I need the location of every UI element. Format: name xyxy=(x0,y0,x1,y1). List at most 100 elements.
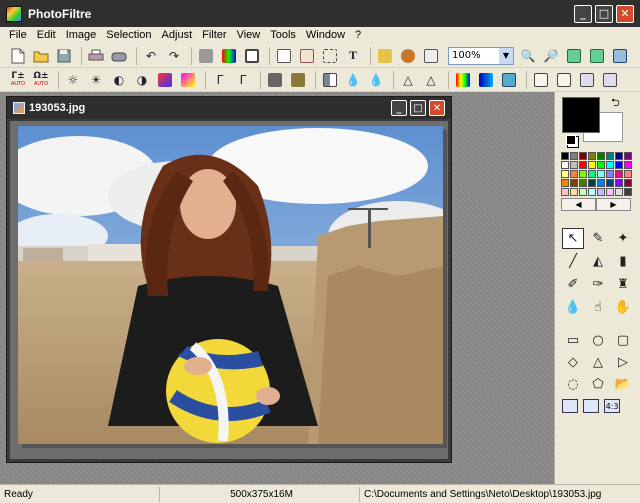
explorer-icon[interactable] xyxy=(398,46,418,66)
text-icon[interactable]: T xyxy=(343,46,363,66)
palette-swatch[interactable] xyxy=(597,152,605,160)
saturation-up-icon[interactable] xyxy=(178,70,198,90)
soften-icon[interactable]: △ xyxy=(398,70,418,90)
palette-swatch[interactable] xyxy=(588,161,596,169)
menu-edit[interactable]: Edit xyxy=(32,29,61,41)
saturation-down-icon[interactable] xyxy=(155,70,175,90)
plugin-icon[interactable] xyxy=(375,46,395,66)
contrast-down-icon[interactable]: ◐ xyxy=(109,70,129,90)
fit-window-icon[interactable] xyxy=(564,46,584,66)
arrow-right-icon[interactable]: ▷ xyxy=(612,352,634,373)
menu-file[interactable]: File xyxy=(4,29,32,41)
palette-swatch[interactable] xyxy=(597,161,605,169)
emboss-icon[interactable]: △ xyxy=(421,70,441,90)
palette-swatch[interactable] xyxy=(624,152,632,160)
palette-swatch[interactable] xyxy=(579,188,587,196)
mode-fixed-button[interactable] xyxy=(583,399,599,413)
reset-colors-icon[interactable] xyxy=(566,135,576,145)
palette-swatch[interactable] xyxy=(570,170,578,178)
palette-swatch[interactable] xyxy=(570,152,578,160)
smart-brush-icon[interactable]: ✑ xyxy=(587,274,609,295)
sepia-icon[interactable] xyxy=(288,70,308,90)
flip-horizontal-icon[interactable] xyxy=(531,70,551,90)
flip-vertical-icon[interactable] xyxy=(554,70,574,90)
palette-swatch[interactable] xyxy=(579,179,587,187)
minimize-button[interactable]: _ xyxy=(574,4,592,23)
select-arrow-icon[interactable]: ↖ xyxy=(562,228,584,249)
selection-icon[interactable] xyxy=(320,46,340,66)
palette-swatch[interactable] xyxy=(579,152,587,160)
palette-swatch[interactable] xyxy=(579,161,587,169)
image-minimize-button[interactable]: _ xyxy=(391,100,407,116)
spray-icon[interactable]: ▮ xyxy=(612,251,634,272)
palette-swatch[interactable] xyxy=(561,170,569,178)
preview-window-icon[interactable] xyxy=(421,46,441,66)
palette-prev-button[interactable]: ◀ xyxy=(561,198,596,211)
palette-swatch[interactable] xyxy=(561,179,569,187)
palette-swatch[interactable] xyxy=(588,152,596,160)
brush-icon[interactable]: ✐ xyxy=(562,274,584,295)
zoom-out-icon[interactable]: 🔎 xyxy=(541,46,561,66)
blur-icon[interactable]: 💧 xyxy=(343,70,363,90)
smudge-icon[interactable]: ☝ xyxy=(587,297,609,318)
palette-swatch[interactable] xyxy=(624,170,632,178)
palette-swatch[interactable] xyxy=(606,179,614,187)
new-file-icon[interactable] xyxy=(8,46,28,66)
brightness-down-icon[interactable]: ☼ xyxy=(63,70,83,90)
palette-swatch[interactable] xyxy=(597,179,605,187)
palette-swatch[interactable] xyxy=(597,188,605,196)
zoom-in-icon[interactable]: 🔍 xyxy=(518,46,538,66)
gamma-down-icon[interactable]: Γ xyxy=(210,70,230,90)
menu-selection[interactable]: Selection xyxy=(101,29,156,41)
redo-icon[interactable]: ↷ xyxy=(164,46,184,66)
diamond-icon[interactable]: ◇ xyxy=(562,352,584,373)
image-size-icon[interactable] xyxy=(196,46,216,66)
swap-colors-icon[interactable]: ⮌ xyxy=(611,94,620,113)
palette-swatch[interactable] xyxy=(561,161,569,169)
palette-swatch[interactable] xyxy=(606,188,614,196)
menu-adjust[interactable]: Adjust xyxy=(157,29,198,41)
auto-crop-icon[interactable] xyxy=(297,46,317,66)
open-file-icon[interactable]: 📂 xyxy=(612,374,634,395)
palette-swatch[interactable] xyxy=(570,188,578,196)
palette-next-button[interactable]: ▶ xyxy=(596,198,631,211)
menu-filter[interactable]: Filter xyxy=(197,29,231,41)
auto-contrast-icon[interactable]: Ω± AUTO xyxy=(31,70,51,90)
palette-swatch[interactable] xyxy=(624,179,632,187)
image-close-button[interactable]: ✕ xyxy=(429,100,445,116)
actual-size-icon[interactable] xyxy=(587,46,607,66)
palette-swatch[interactable] xyxy=(606,170,614,178)
print-icon[interactable] xyxy=(86,46,106,66)
palette-swatch[interactable] xyxy=(588,170,596,178)
rotate-right-icon[interactable] xyxy=(600,70,620,90)
palette-swatch[interactable] xyxy=(588,188,596,196)
gradient-icon[interactable] xyxy=(453,70,473,90)
palette-swatch[interactable] xyxy=(606,152,614,160)
menu-tools[interactable]: Tools xyxy=(265,29,301,41)
mode-normal-button[interactable] xyxy=(562,399,578,413)
image-window[interactable]: 193053.jpg _ □ ✕ xyxy=(6,96,452,463)
palette-swatch[interactable] xyxy=(606,161,614,169)
rotate-left-icon[interactable] xyxy=(577,70,597,90)
mirror-icon[interactable] xyxy=(320,70,340,90)
menu-view[interactable]: View xyxy=(232,29,266,41)
text-frame-icon[interactable] xyxy=(274,46,294,66)
palette-swatch[interactable] xyxy=(624,188,632,196)
color-depth-icon[interactable] xyxy=(219,46,239,66)
fill-bucket-icon[interactable]: ◭ xyxy=(587,251,609,272)
ellipse-icon[interactable]: ○ xyxy=(587,330,609,351)
blur-drop-icon[interactable]: 💧 xyxy=(562,297,584,318)
menu-window[interactable]: Window xyxy=(301,29,350,41)
save-icon[interactable] xyxy=(54,46,74,66)
palette-swatch[interactable] xyxy=(624,161,632,169)
triangle-icon[interactable]: △ xyxy=(587,352,609,373)
palette-swatch[interactable] xyxy=(597,170,605,178)
menu-help[interactable]: ? xyxy=(350,29,366,41)
menu-image[interactable]: Image xyxy=(61,29,102,41)
lasso-icon[interactable]: ◌ xyxy=(562,374,584,395)
palette-swatch[interactable] xyxy=(561,188,569,196)
fullscreen-icon[interactable] xyxy=(610,46,630,66)
eyedropper-icon[interactable]: ✎ xyxy=(587,228,609,249)
negative-icon[interactable] xyxy=(499,70,519,90)
hand-icon[interactable]: ✋ xyxy=(612,297,634,318)
